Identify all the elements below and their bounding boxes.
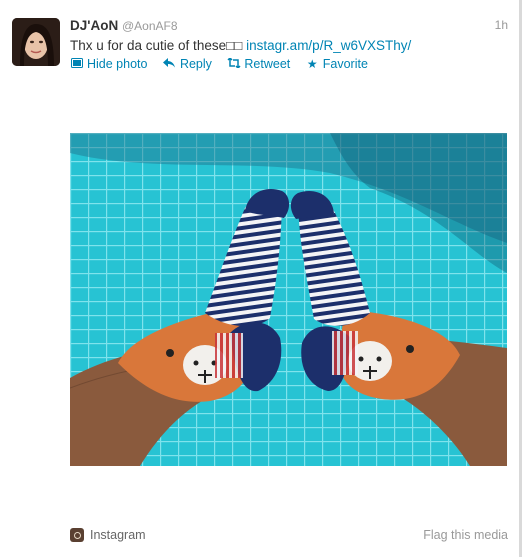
star-icon: ★: [306, 57, 318, 71]
avatar[interactable]: [12, 18, 60, 66]
tweet-actions: Hide photo Reply Retweet ★ Favorite: [70, 56, 380, 72]
tweet-body: Thx u for da cutie of these□□: [70, 38, 247, 53]
photo-socks-pool: [70, 133, 507, 466]
favorite-label: Favorite: [322, 57, 368, 71]
user-handle[interactable]: @AonAF8: [122, 19, 178, 33]
avatar-image: [12, 18, 60, 66]
retweet-icon: [227, 56, 241, 72]
reply-button[interactable]: Reply: [162, 56, 212, 72]
instagram-icon: [70, 528, 84, 542]
favorite-button[interactable]: ★ Favorite: [306, 56, 368, 72]
reply-icon: [162, 56, 176, 72]
tweet-timestamp[interactable]: 1h: [495, 18, 508, 32]
reply-label: Reply: [179, 57, 212, 71]
photo-icon: [70, 56, 83, 72]
tweet-text: Thx u for da cutie of these□□ instagr.am…: [70, 37, 411, 55]
media-footer: Instagram: [70, 528, 146, 542]
hide-photo-label: Hide photo: [87, 57, 148, 71]
tweet-header: DJ'AoN @AonAF8: [70, 17, 178, 35]
tweet-link[interactable]: instagr.am/p/R_w6VXSThy/: [246, 38, 411, 53]
flag-media-link[interactable]: Flag this media: [423, 528, 508, 542]
hide-photo-button[interactable]: Hide photo: [70, 56, 147, 72]
media-source[interactable]: Instagram: [90, 528, 146, 542]
media-photo[interactable]: [70, 133, 507, 466]
retweet-label: Retweet: [244, 57, 291, 71]
display-name[interactable]: DJ'AoN: [70, 18, 118, 33]
retweet-button[interactable]: Retweet: [227, 56, 290, 72]
